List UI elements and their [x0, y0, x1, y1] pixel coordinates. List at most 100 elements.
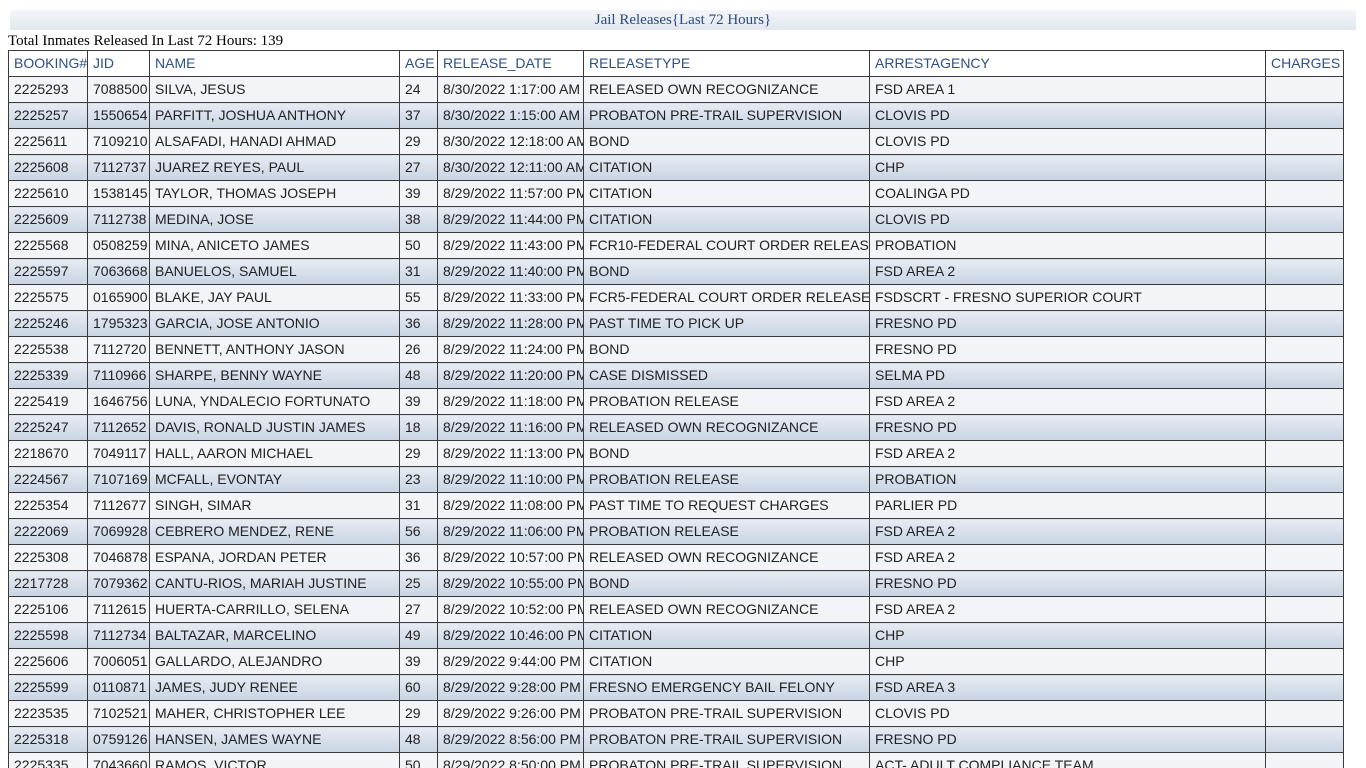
- charges-cell: [1265, 76, 1344, 103]
- arrest-agency-cell: CHP: [869, 622, 1266, 649]
- release-date-cell: 8/29/2022 11:57:00 PM: [437, 180, 584, 207]
- booking-cell: 2225308: [8, 544, 88, 571]
- jid-cell: 0759126: [87, 726, 150, 753]
- column-header-release-date[interactable]: RELEASE_DATE: [437, 50, 584, 77]
- release-type-cell: FCR10-FEDERAL COURT ORDER RELEASE: [583, 232, 870, 259]
- table-row: 2225318 0759126 HANSEN, JAMES WAYNE 48 8/29/…: [8, 726, 1344, 753]
- release-type-cell: PROBATON PRE-TRAIL SUPERVISION: [583, 726, 870, 753]
- charges-cell: [1265, 440, 1344, 467]
- charges-cell: [1265, 518, 1344, 545]
- booking-cell: 2225597: [8, 258, 88, 285]
- name-cell: GARCIA, JOSE ANTONIO: [149, 310, 400, 337]
- table-row: 2225599 0110871 JAMES, JUDY RENEE 60 8/29/20…: [8, 674, 1344, 701]
- release-type-cell: CITATION: [583, 206, 870, 233]
- charges-cell: [1265, 232, 1344, 259]
- booking-cell: 2225318: [8, 726, 88, 753]
- name-cell: RAMOS, VICTOR: [149, 752, 400, 768]
- release-type-cell: PAST TIME TO REQUEST CHARGES: [583, 492, 870, 519]
- charges-cell: [1265, 648, 1344, 675]
- booking-cell: 2225293: [8, 76, 88, 103]
- release-date-cell: 8/29/2022 11:33:00 PM: [437, 284, 584, 311]
- jid-cell: 1795323: [87, 310, 150, 337]
- age-cell: 31: [399, 492, 438, 519]
- age-cell: 27: [399, 596, 438, 623]
- column-header-age[interactable]: AGE: [399, 50, 438, 77]
- release-date-cell: 8/29/2022 11:24:00 PM: [437, 336, 584, 363]
- table-row: 2225538 7112720 BENNETT, ANTHONY JASON 26 8/…: [8, 336, 1344, 363]
- jid-cell: 7049117: [87, 440, 150, 467]
- release-type-cell: FRESNO EMERGENCY BAIL FELONY: [583, 674, 870, 701]
- column-header-jid[interactable]: JID: [87, 50, 150, 77]
- booking-cell: 2225339: [8, 362, 88, 389]
- jid-cell: 0165900: [87, 284, 150, 311]
- charges-cell: [1265, 622, 1344, 649]
- name-cell: TAYLOR, THOMAS JOSEPH: [149, 180, 400, 207]
- column-header-arrest-agency[interactable]: ARRESTAGENCY: [869, 50, 1266, 77]
- table-row: 2225106 7112615 HUERTA-CARRILLO, SELENA 27 8…: [8, 596, 1344, 623]
- booking-cell: 2225609: [8, 206, 88, 233]
- jid-cell: 7079362: [87, 570, 150, 597]
- age-cell: 26: [399, 336, 438, 363]
- release-type-cell: CITATION: [583, 154, 870, 181]
- release-date-cell: 8/29/2022 11:06:00 PM: [437, 518, 584, 545]
- release-date-cell: 8/29/2022 11:28:00 PM: [437, 310, 584, 337]
- column-header-charges[interactable]: CHARGES: [1265, 50, 1344, 77]
- table-row: 2222069 7069928 CEBRERO MENDEZ, RENE 56 8/29…: [8, 518, 1344, 545]
- table-row: 2225246 1795323 GARCIA, JOSE ANTONIO 36 8/29…: [8, 310, 1344, 337]
- arrest-agency-cell: FRESNO PD: [869, 310, 1266, 337]
- release-type-cell: CITATION: [583, 180, 870, 207]
- arrest-agency-cell: FRESNO PD: [869, 336, 1266, 363]
- table-row: 2225308 7046878 ESPANA, JORDAN PETER 36 8/29…: [8, 544, 1344, 571]
- table-row: 2225609 7112738 MEDINA, JOSE 38 8/29/2022 11…: [8, 206, 1344, 233]
- table-row: 2217728 7079362 CANTU-RIOS, MARIAH JUSTINE…: [8, 570, 1344, 597]
- release-type-cell: CITATION: [583, 622, 870, 649]
- column-header-release-type[interactable]: RELEASETYPE: [583, 50, 870, 77]
- booking-cell: 2223535: [8, 700, 88, 727]
- releases-table: BOOKING# JID NAME AGE RELEASE_DATE RELEA…: [8, 50, 1344, 768]
- release-type-cell: PROBATON PRE-TRAIL SUPERVISION: [583, 752, 870, 768]
- jid-cell: 7112734: [87, 622, 150, 649]
- name-cell: CEBRERO MENDEZ, RENE: [149, 518, 400, 545]
- release-date-cell: 8/29/2022 11:44:00 PM: [437, 206, 584, 233]
- age-cell: 48: [399, 726, 438, 753]
- jid-cell: 1550654: [87, 102, 150, 129]
- age-cell: 39: [399, 180, 438, 207]
- age-cell: 37: [399, 102, 438, 129]
- name-cell: JUAREZ REYES, PAUL: [149, 154, 400, 181]
- table-body: 2225293 7088500 SILVA, JESUS 24 8/30/2022 1:…: [8, 76, 1344, 768]
- booking-cell: 2225610: [8, 180, 88, 207]
- table-row: 2225293 7088500 SILVA, JESUS 24 8/30/2022 1:…: [8, 76, 1344, 103]
- jid-cell: 1538145: [87, 180, 150, 207]
- age-cell: 38: [399, 206, 438, 233]
- age-cell: 39: [399, 648, 438, 675]
- arrest-agency-cell: CLOVIS PD: [869, 700, 1266, 727]
- arrest-agency-cell: FSD AREA 2: [869, 440, 1266, 467]
- charges-cell: [1265, 310, 1344, 337]
- release-type-cell: BOND: [583, 440, 870, 467]
- name-cell: HUERTA-CARRILLO, SELENA: [149, 596, 400, 623]
- arrest-agency-cell: FSDSCRT - FRESNO SUPERIOR COURT: [869, 284, 1266, 311]
- arrest-agency-cell: FSD AREA 1: [869, 76, 1266, 103]
- release-date-cell: 8/30/2022 12:18:00 AM: [437, 128, 584, 155]
- name-cell: CANTU-RIOS, MARIAH JUSTINE: [149, 570, 400, 597]
- table-row: 2225610 1538145 TAYLOR, THOMAS JOSEPH 39 8/2…: [8, 180, 1344, 207]
- jid-cell: 7069928: [87, 518, 150, 545]
- release-date-cell: 8/29/2022 11:18:00 PM: [437, 388, 584, 415]
- arrest-agency-cell: FSD AREA 2: [869, 518, 1266, 545]
- charges-cell: [1265, 570, 1344, 597]
- table-row: 2225354 7112677 SINGH, SIMAR 31 8/29/2022 11…: [8, 492, 1344, 519]
- release-date-cell: 8/29/2022 9:26:00 PM: [437, 700, 584, 727]
- release-date-cell: 8/29/2022 11:16:00 PM: [437, 414, 584, 441]
- header-row: BOOKING# JID NAME AGE RELEASE_DATE RELEA…: [8, 50, 1344, 77]
- release-type-cell: BOND: [583, 258, 870, 285]
- column-header-name[interactable]: NAME: [149, 50, 400, 77]
- release-date-cell: 8/29/2022 11:43:00 PM: [437, 232, 584, 259]
- charges-cell: [1265, 544, 1344, 571]
- arrest-agency-cell: FSD AREA 2: [869, 596, 1266, 623]
- arrest-agency-cell: CHP: [869, 154, 1266, 181]
- column-header-booking[interactable]: BOOKING#: [8, 50, 88, 77]
- booking-cell: 2217728: [8, 570, 88, 597]
- age-cell: 31: [399, 258, 438, 285]
- charges-cell: [1265, 362, 1344, 389]
- release-date-cell: 8/29/2022 11:40:00 PM: [437, 258, 584, 285]
